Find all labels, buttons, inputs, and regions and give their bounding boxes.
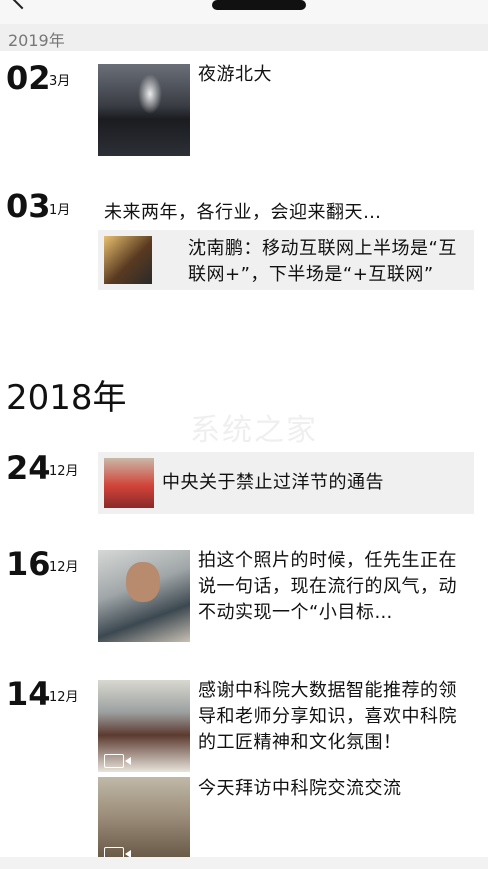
shared-article-card[interactable]: 中央关于禁止过洋节的通告: [98, 452, 474, 514]
post-day: 16: [6, 545, 51, 583]
post-thumbnail[interactable]: [98, 64, 190, 156]
shared-article-card[interactable]: 沈南鹏：移动互联网上半场是“互联网+”，下半场是“+互联网”: [98, 230, 474, 290]
year-heading: 2018年: [6, 378, 127, 418]
post-day: 02: [6, 59, 51, 97]
post-month: 1月: [49, 203, 71, 218]
nav-bar: [0, 0, 488, 24]
post-text[interactable]: 未来两年，各行业，会迎来翻天…: [104, 200, 474, 226]
watermark: 系统之家: [190, 413, 318, 448]
post-text[interactable]: 感谢中科院大数据智能推荐的领导和老师分享知识，喜欢中科院的工匠精神和文化氛围！: [198, 678, 470, 756]
post-month: 12月: [49, 690, 79, 705]
year-section-header: 2019年: [0, 24, 488, 51]
post-text[interactable]: 今天拜访中科院交流交流: [198, 776, 470, 802]
post-month: 3月: [49, 74, 71, 89]
post-month: 12月: [49, 464, 79, 479]
post-day: 24: [6, 449, 51, 487]
video-icon: [104, 847, 131, 857]
post-thumbnail[interactable]: [98, 550, 190, 642]
post-text[interactable]: 夜游北大: [198, 62, 272, 88]
video-thumbnail[interactable]: [98, 680, 190, 772]
video-thumbnail[interactable]: [98, 777, 190, 857]
post-month: 12月: [49, 560, 79, 575]
shared-article-title: 中央关于禁止过洋节的通告: [162, 472, 384, 493]
chevron-left-icon[interactable]: [10, 0, 34, 10]
post-text[interactable]: 拍这个照片的时候，任先生正在说一句话，现在流行的风气，动不动实现一个“小目标…: [198, 548, 470, 626]
post-day: 14: [6, 675, 51, 713]
video-icon: [104, 754, 131, 768]
post-day: 03: [6, 187, 51, 225]
nav-title-redacted: [212, 0, 306, 10]
bottom-strip: [0, 857, 488, 869]
article-thumbnail: [104, 458, 154, 508]
shared-article-title: 沈南鹏：移动互联网上半场是“互联网+”，下半场是“+互联网”: [188, 238, 457, 285]
year-section-label: 2019年: [8, 31, 65, 50]
article-thumbnail: [104, 236, 152, 284]
